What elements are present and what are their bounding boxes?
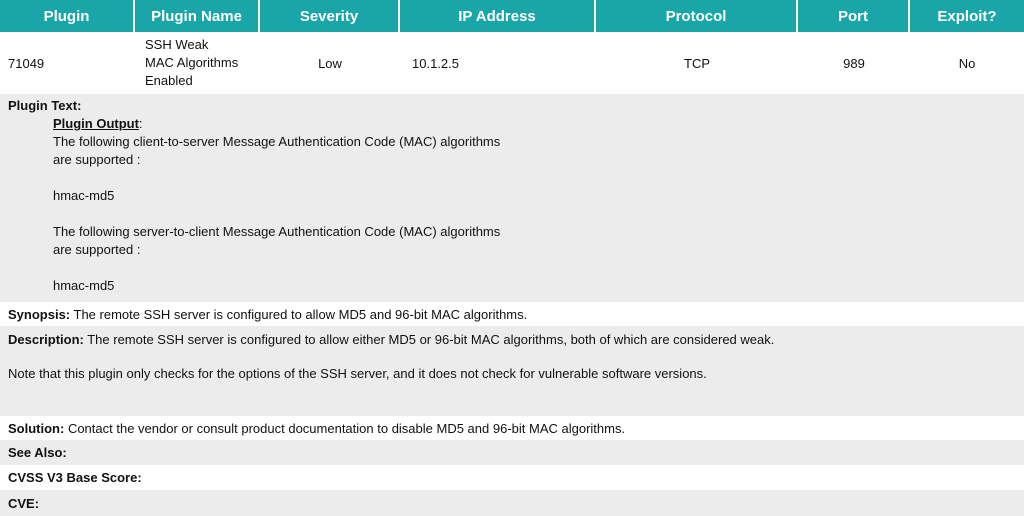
header-plugin: Plugin (0, 0, 135, 32)
exploit-value: No (958, 55, 976, 71)
synopsis-label: Synopsis: (8, 306, 71, 322)
protocol-value: TCP (684, 55, 710, 71)
plugin-text-section: Plugin Text: Plugin Output: The followin… (0, 94, 1024, 302)
plugin-output-line: are supported : (53, 242, 141, 257)
see-also-label: See Also: (8, 445, 67, 460)
solution-label: Solution: (8, 420, 65, 436)
header-exploit: Exploit? (937, 7, 997, 25)
plugin-output-line: are supported : (53, 152, 141, 167)
description-label: Description: (8, 332, 84, 347)
description-section: Description: The remote SSH server is co… (0, 326, 1024, 416)
plugin-output-line (53, 169, 500, 187)
plugin-output-line: The following client-to-server Message A… (53, 134, 501, 149)
plugin-output-line: The following server-to-client Message A… (53, 224, 501, 239)
plugin-text-label: Plugin Text: (8, 98, 82, 113)
port-value: 989 (843, 55, 865, 71)
cvss-section: CVSS V3 Base Score: (0, 465, 1024, 490)
header-port: Port (798, 0, 910, 32)
table-row: 71049 SSH Weak MAC Algorithms Enabled Lo… (0, 32, 1024, 94)
plugin-id: 71049 (8, 55, 45, 71)
synopsis-section: Synopsis: The remote SSH server is confi… (0, 302, 1024, 326)
description-note: Note that this plugin only checks for th… (8, 366, 707, 381)
plugin-name: SSH Weak MAC Algorithms Enabled (145, 37, 239, 88)
plugin-output-line (53, 205, 500, 223)
solution-section: Solution: Contact the vendor or consult … (0, 416, 1024, 440)
plugin-output: Plugin Output: The following client-to-s… (53, 116, 501, 295)
table-header: Plugin Plugin Name Severity IP Address P… (0, 0, 1024, 32)
plugin-output-line: hmac-md5 (53, 188, 115, 203)
header-plugin-name: Plugin Name (135, 0, 260, 32)
header-ip-address: IP Address (400, 0, 596, 32)
plugin-output-lines: The following client-to-server Message A… (53, 133, 500, 295)
description-text: The remote SSH server is configured to a… (83, 332, 775, 347)
severity-value: Low (318, 55, 342, 71)
plugin-output-label: Plugin Output (53, 116, 139, 131)
cve-section: CVE: (0, 490, 1024, 516)
cvss-label: CVSS V3 Base Score: (8, 470, 142, 485)
cve-label: CVE: (8, 495, 40, 511)
plugin-output-line: hmac-md5 (53, 278, 115, 293)
plugin-output-line (53, 259, 500, 277)
see-also-section: See Also: (0, 440, 1024, 465)
synopsis-text: The remote SSH server is configured to a… (70, 306, 528, 322)
header-protocol: Protocol (596, 0, 798, 32)
header-severity: Severity (260, 0, 400, 32)
ip-address-value: 10.1.2.5 (412, 55, 459, 71)
solution-text: Contact the vendor or consult product do… (64, 420, 626, 436)
